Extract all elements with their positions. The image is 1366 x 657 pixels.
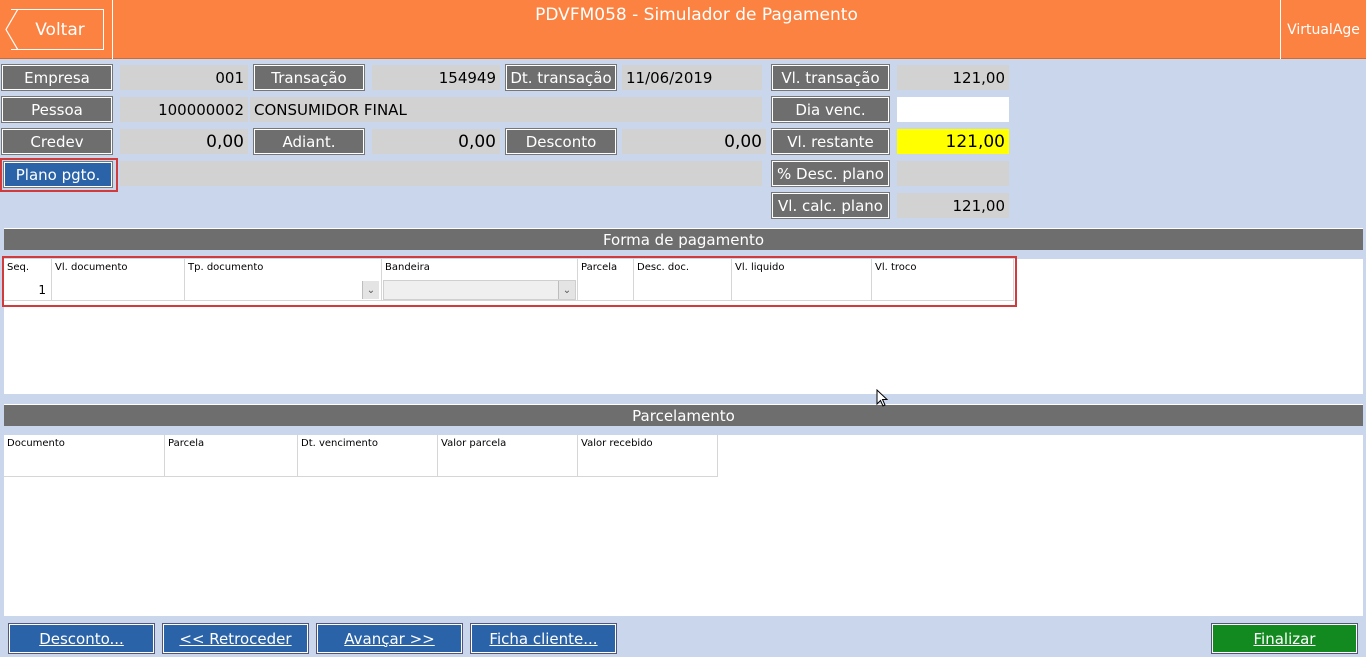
col-valor-parcela[interactable]: Valor parcela xyxy=(438,435,578,477)
adiant-label-button[interactable]: Adiant. xyxy=(253,128,365,155)
desc-plano-field[interactable] xyxy=(897,161,1009,186)
pessoa-label-button[interactable]: Pessoa xyxy=(1,96,113,123)
dt-transacao-field[interactable]: 11/06/2019 xyxy=(622,65,762,90)
footer-bar: Desconto... << Retroceder Avançar >> Fic… xyxy=(0,617,1366,657)
dt-transacao-label-button[interactable]: Dt. transação xyxy=(505,64,617,91)
vl-restante-label-button[interactable]: Vl. restante xyxy=(771,128,890,155)
back-button-label: Voltar xyxy=(11,9,104,50)
parcelamento-grid[interactable]: Documento Parcela Dt. vencimento Valor p… xyxy=(4,435,1363,616)
retroceder-button[interactable]: << Retroceder xyxy=(162,623,309,654)
pessoa-name-field[interactable]: CONSUMIDOR FINAL xyxy=(250,97,762,122)
col-documento[interactable]: Documento xyxy=(4,435,165,477)
col-header-documento: Documento xyxy=(7,438,65,449)
adiant-field[interactable]: 0,00 xyxy=(372,129,500,154)
col-parcela-2[interactable]: Parcela xyxy=(165,435,298,477)
parcelamento-header: Parcelamento xyxy=(4,404,1363,426)
pessoa-code-field[interactable]: 100000002 xyxy=(120,97,248,122)
desconto-label-button[interactable]: Desconto xyxy=(505,128,617,155)
transacao-field[interactable]: 154949 xyxy=(372,65,500,90)
col-dt-vencimento[interactable]: Dt. vencimento xyxy=(298,435,438,477)
vl-transacao-label-button[interactable]: Vl. transação xyxy=(771,64,890,91)
dia-venc-field[interactable] xyxy=(897,97,1009,122)
dia-venc-label-button[interactable]: Dia venc. xyxy=(771,96,890,123)
col-header-dt-vencimento: Dt. vencimento xyxy=(301,438,378,449)
back-button[interactable]: Voltar xyxy=(0,0,113,59)
desconto-button[interactable]: Desconto... xyxy=(8,623,155,654)
plano-pgto-button[interactable]: Plano pgto. xyxy=(3,161,113,188)
vl-calc-plano-label-button[interactable]: Vl. calc. plano xyxy=(771,192,890,219)
forma-pagamento-header: Forma de pagamento xyxy=(4,228,1363,250)
desc-plano-label-button[interactable]: % Desc. plano xyxy=(771,160,890,187)
page-title: PDVFM058 - Simulador de Pagamento xyxy=(535,5,858,25)
header-bar: Voltar PDVFM058 - Simulador de Pagamento… xyxy=(0,0,1366,59)
transacao-label-button[interactable]: Transação xyxy=(253,64,365,91)
vl-transacao-field[interactable]: 121,00 xyxy=(897,65,1009,90)
col-header-valor-recebido: Valor recebido xyxy=(581,438,653,449)
empresa-field[interactable]: 001 xyxy=(120,65,248,90)
empresa-label-button[interactable]: Empresa xyxy=(1,64,113,91)
credev-field[interactable]: 0,00 xyxy=(120,129,248,154)
col-valor-recebido[interactable]: Valor recebido xyxy=(578,435,718,477)
ficha-cliente-button[interactable]: Ficha cliente... xyxy=(470,623,617,654)
mouse-cursor-icon xyxy=(876,389,889,407)
virtualage-button[interactable]: VirtualAge xyxy=(1280,0,1366,59)
plano-pgto-field[interactable] xyxy=(120,161,762,186)
avancar-button[interactable]: Avançar >> xyxy=(316,623,463,654)
finalizar-button[interactable]: Finalizar xyxy=(1211,623,1358,654)
col-header-parcela-2: Parcela xyxy=(168,438,205,449)
col-header-valor-parcela: Valor parcela xyxy=(441,438,507,449)
vl-calc-plano-field[interactable]: 121,00 xyxy=(897,193,1009,218)
vl-restante-field[interactable]: 121,00 xyxy=(897,129,1009,154)
credev-label-button[interactable]: Credev xyxy=(1,128,113,155)
forma-pagamento-highlight xyxy=(2,256,1017,307)
desconto-field[interactable]: 0,00 xyxy=(622,129,766,154)
